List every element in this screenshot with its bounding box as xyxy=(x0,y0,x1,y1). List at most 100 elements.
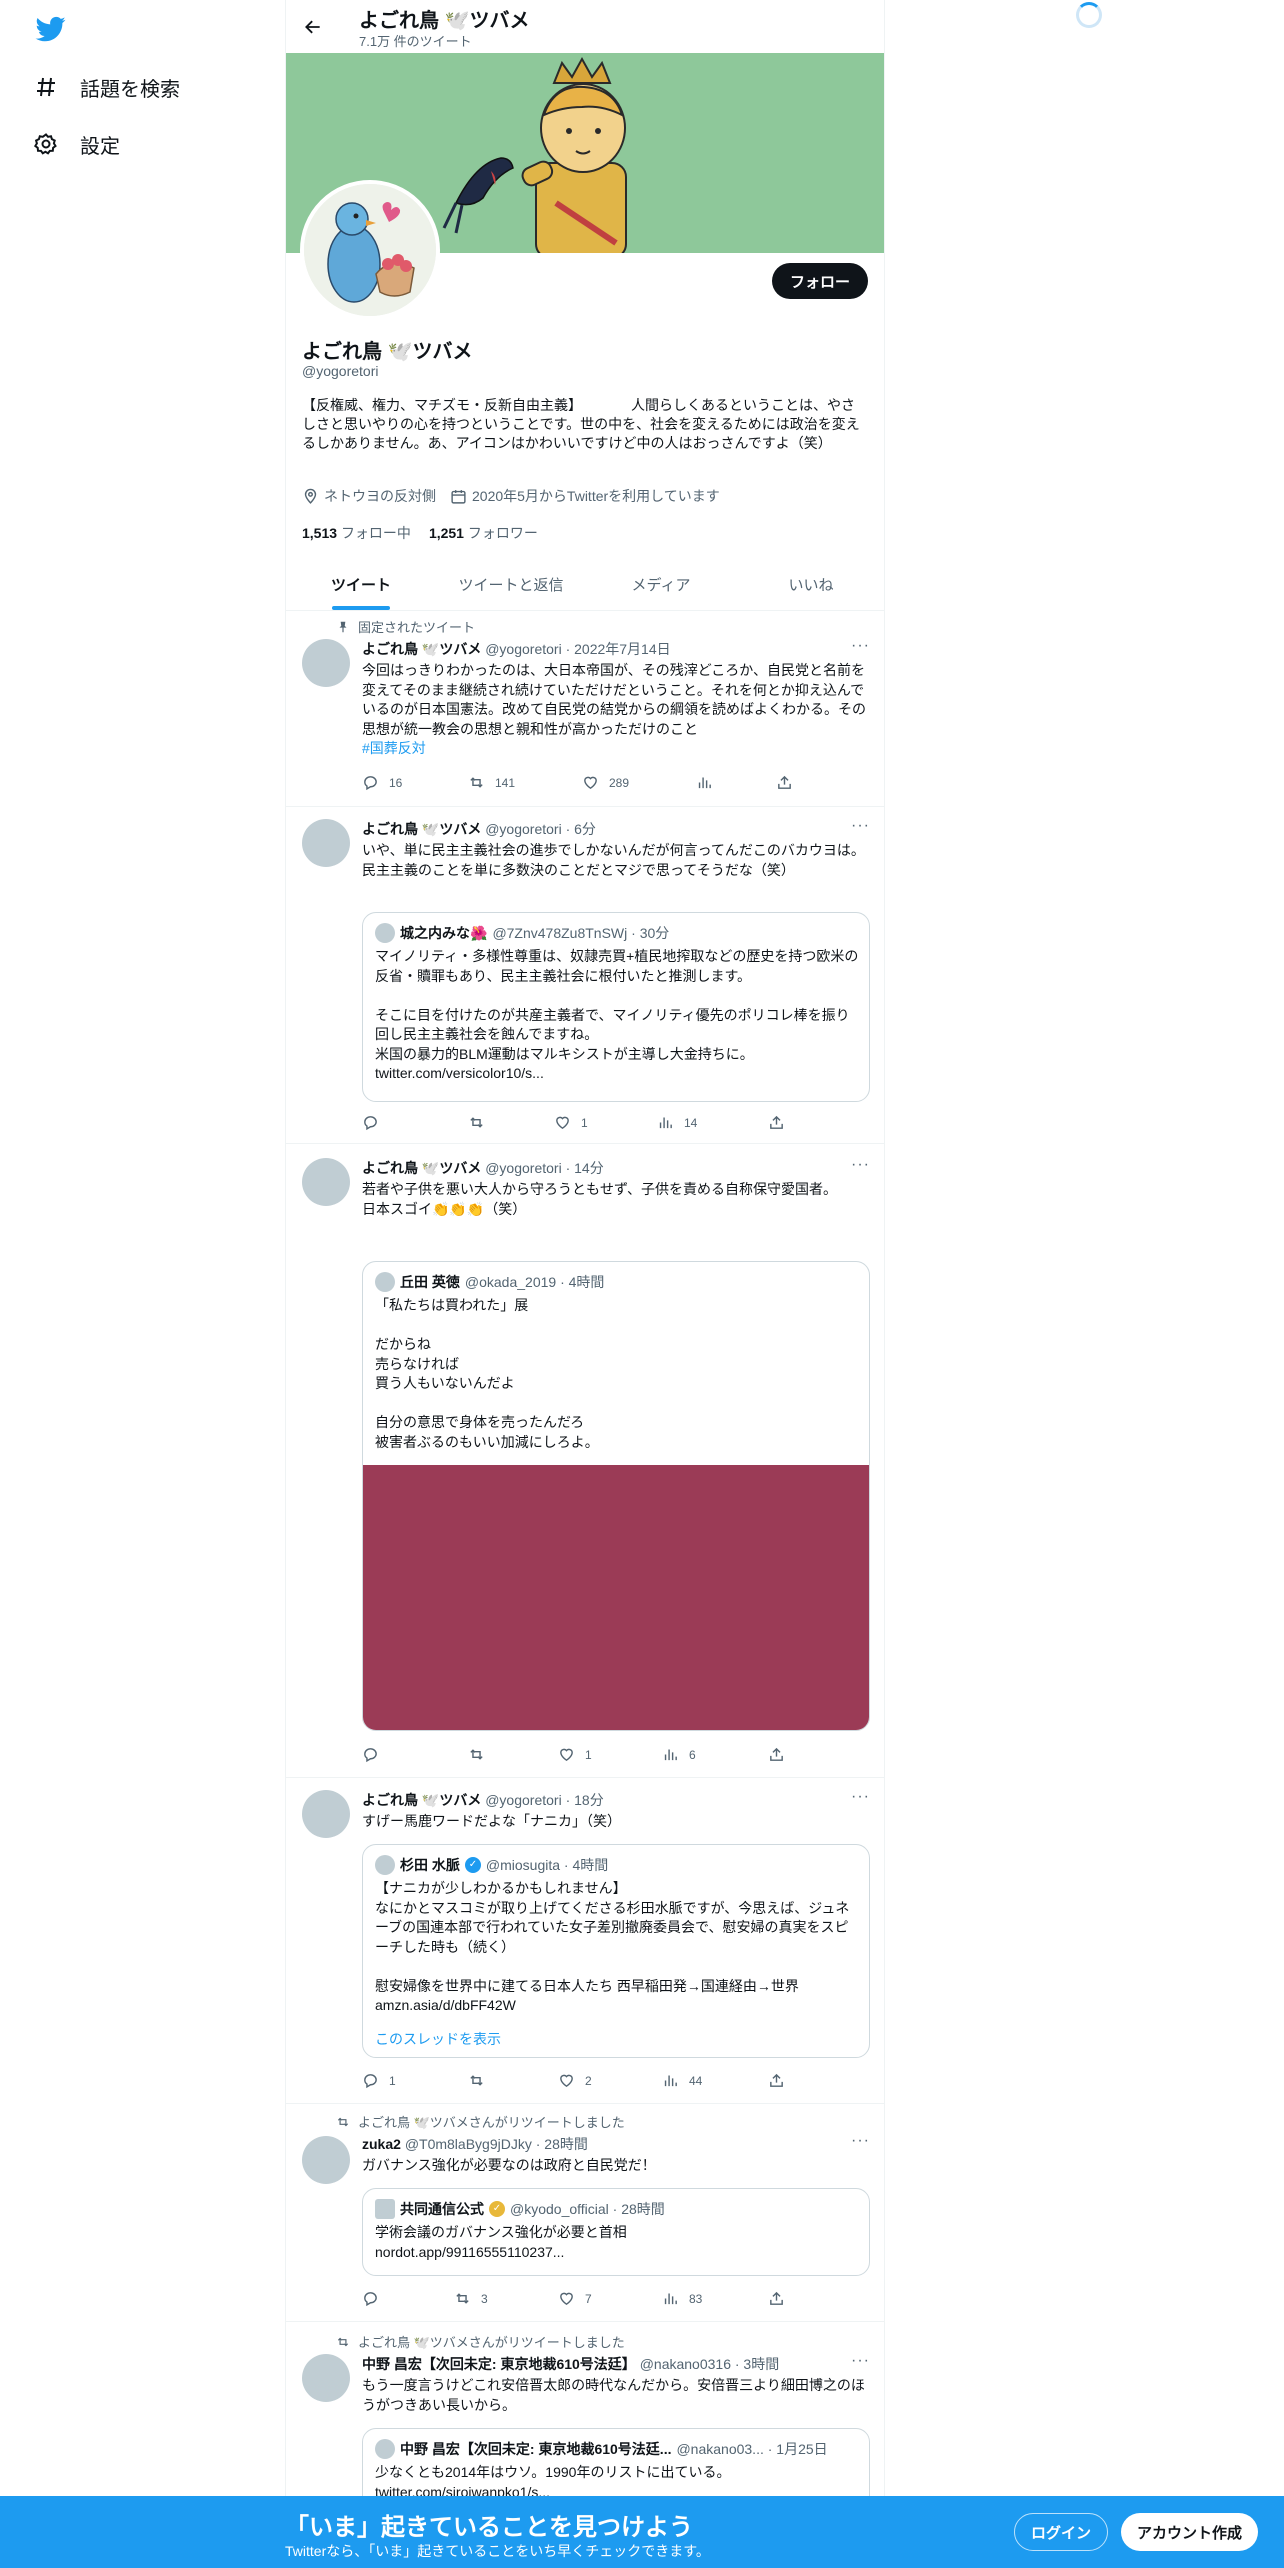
tweet[interactable]: よごれ鳥 🕊️ツバメ @yogoretori · 14分 ··· 若者や子供を悪… xyxy=(286,1144,884,1778)
quote-media-image[interactable] xyxy=(363,1465,869,1730)
quote-tweet[interactable]: 城之内みな🌺 @7Znv478Zu8TnSWj · 30分 マイノリティ・多様性尊… xyxy=(362,912,870,1102)
views-button[interactable]: 6 xyxy=(662,1746,696,1763)
retweet-button[interactable]: 141 xyxy=(468,774,515,791)
views-button[interactable]: 83 xyxy=(662,2290,702,2307)
author-handle[interactable]: @T0m8laByg9jDJky · 28時間 xyxy=(405,2136,588,2152)
retweet-button[interactable] xyxy=(468,1114,495,1131)
retweet-context-label: よごれ鳥 🕊️ツバメさんがリツイートしました xyxy=(358,2335,625,2350)
more-icon[interactable]: ··· xyxy=(851,817,870,835)
like-button[interactable]: 289 xyxy=(582,774,629,791)
tweet-text: もう一度言うけどこれ安倍晋太郎の時代なんだから。安倍晋三より細田博之のほうがつき… xyxy=(362,2377,865,2413)
followers-link[interactable]: 1,251 フォロワー xyxy=(429,523,538,543)
retweet-icon xyxy=(337,2337,349,2346)
avatar[interactable] xyxy=(302,639,350,687)
avatar[interactable] xyxy=(302,2354,350,2402)
back-button[interactable] xyxy=(296,10,330,44)
like-button[interactable]: 1 xyxy=(558,1746,592,1763)
views-button[interactable] xyxy=(696,774,723,791)
tab-likes[interactable]: いいね xyxy=(736,558,884,610)
retweet-button[interactable] xyxy=(468,1746,495,1763)
reply-button[interactable] xyxy=(362,2290,389,2307)
chart-bars-icon xyxy=(664,2075,677,2087)
reply-button[interactable]: 1 xyxy=(362,2072,396,2089)
location-item: ネトウヨの反対側 xyxy=(302,486,436,506)
quote-header: 城之内みな🌺 @7Znv478Zu8TnSWj · 30分 xyxy=(375,923,669,943)
tab-tweets[interactable]: ツイート xyxy=(286,558,436,610)
more-icon[interactable]: ··· xyxy=(851,2352,870,2370)
more-icon[interactable]: ··· xyxy=(851,2132,870,2150)
signup-button[interactable]: アカウント作成 xyxy=(1121,2513,1259,2551)
quote-tweet[interactable]: 杉田 水脈 ✓ @miosugita · 4時間 【ナニカが少しわかるかもしれません… xyxy=(362,1844,870,2058)
tab-tweets-replies[interactable]: ツイートと返信 xyxy=(436,558,586,610)
retweet-count: 141 xyxy=(495,775,516,790)
share-button[interactable] xyxy=(768,2290,785,2307)
following-link[interactable]: 1,513 フォロー中 xyxy=(302,523,411,543)
more-icon[interactable]: ··· xyxy=(851,1156,870,1174)
retweet-context: よごれ鳥 🕊️ツバメさんがリツイートしました xyxy=(336,2112,625,2131)
views-button[interactable]: 14 xyxy=(657,1114,697,1131)
retweet-icon xyxy=(337,2117,349,2126)
nav-settings[interactable]: 設定 xyxy=(34,124,120,164)
share-icon xyxy=(770,1115,783,1129)
tweet-text: ガバナンス強化が必要なのは政府と自民党だ！ xyxy=(362,2157,656,2173)
tweet[interactable]: よごれ鳥 🕊️ツバメさんがリツイートしました zuka2 @T0m8laByg9… xyxy=(286,2104,884,2322)
author-handle[interactable]: @nakano0316 · 3時間 xyxy=(640,2356,780,2372)
views-button[interactable]: 44 xyxy=(662,2072,702,2089)
tab-media[interactable]: メディア xyxy=(586,558,736,610)
author-name[interactable]: よごれ鳥 🕊️ツバメ xyxy=(362,1792,481,1808)
retweet-button[interactable] xyxy=(468,2072,495,2089)
author-handle[interactable]: @yogoretori · 6分 xyxy=(485,821,596,837)
avatar[interactable] xyxy=(302,1790,350,1838)
avatar[interactable] xyxy=(302,2136,350,2184)
profile-name: よごれ鳥 🕊️ツバメ xyxy=(302,341,473,363)
share-button[interactable] xyxy=(776,774,793,791)
tweet[interactable]: 固定されたツイート よごれ鳥 🕊️ツバメ @yogoretori · 2022年… xyxy=(286,611,884,807)
share-button[interactable] xyxy=(768,1114,785,1131)
nav-explore[interactable]: 話題を検索 xyxy=(34,67,180,107)
share-button[interactable] xyxy=(768,2072,785,2089)
follow-button[interactable]: フォロー xyxy=(771,263,868,299)
reply-icon xyxy=(364,1748,377,1763)
author-name[interactable]: よごれ鳥 🕊️ツバメ xyxy=(362,641,481,657)
author-handle[interactable]: @yogoretori · 18分 xyxy=(485,1792,603,1808)
reply-button[interactable] xyxy=(362,1746,389,1763)
more-icon[interactable]: ··· xyxy=(851,1788,870,1806)
like-count: 1 xyxy=(585,1747,592,1762)
nav-settings-label: 設定 xyxy=(80,135,120,158)
reply-button[interactable] xyxy=(362,1114,389,1131)
quote-text: マイノリティ・多様性尊重は、奴隷売買+植民地搾取などの歴史を持つ欧米の反省・贖罪… xyxy=(375,948,859,1081)
author-handle[interactable]: @yogoretori · 2022年7月14日 xyxy=(485,641,670,657)
author-name[interactable]: zuka2 xyxy=(362,2136,401,2152)
tweet-header: よごれ鳥 🕊️ツバメ @yogoretori · 18分 xyxy=(362,1790,604,1810)
tweet[interactable]: よごれ鳥 🕊️ツバメ @yogoretori · 6分 ··· いや、単に民主主… xyxy=(286,807,884,1144)
reply-icon xyxy=(364,1116,377,1131)
quote-author-handle: @kyodo_official · 28時間 xyxy=(510,2201,665,2217)
like-button[interactable]: 1 xyxy=(554,1114,588,1131)
share-button[interactable] xyxy=(768,1746,785,1763)
author-name[interactable]: よごれ鳥 🕊️ツバメ xyxy=(362,1160,481,1176)
joined-item: 2020年5月からTwitterを利用しています xyxy=(450,486,720,506)
quote-tweet[interactable]: 丘田 英徳 @okada_2019 · 4時間 「私たちは買われた」展 だからね … xyxy=(362,1261,870,1731)
chart-bars-icon xyxy=(698,777,711,789)
author-name[interactable]: 中野 昌宏【次回未定: 東京地裁610号法廷】 xyxy=(362,2356,636,2372)
hashtag-link[interactable]: #国葬反対 xyxy=(362,740,426,756)
reply-button[interactable]: 16 xyxy=(362,774,402,791)
author-name[interactable]: よごれ鳥 🕊️ツバメ xyxy=(362,821,481,837)
author-handle[interactable]: @yogoretori · 14分 xyxy=(485,1160,603,1176)
quote-tweet[interactable]: 共同通信公式 ✓ @kyodo_official · 28時間 学術会議のガバナンス… xyxy=(362,2188,870,2276)
like-count: 1 xyxy=(581,1115,588,1130)
login-button[interactable]: ログイン xyxy=(1014,2513,1109,2551)
like-button[interactable]: 2 xyxy=(558,2072,592,2089)
show-thread-link[interactable]: このスレッドを表示 xyxy=(375,2029,501,2049)
avatar[interactable] xyxy=(302,1158,350,1206)
quote-author-name: 杉田 水脈 xyxy=(400,1857,460,1873)
tweet[interactable]: よごれ鳥 🕊️ツバメ @yogoretori · 18分 ··· すげー馬鹿ワー… xyxy=(286,1778,884,2104)
more-icon[interactable]: ··· xyxy=(851,637,870,655)
avatar[interactable] xyxy=(302,819,350,867)
retweet-button[interactable]: 3 xyxy=(454,2290,488,2307)
profile-avatar[interactable] xyxy=(300,180,440,320)
twitter-logo-icon[interactable] xyxy=(34,14,68,44)
heart-icon xyxy=(560,2074,573,2088)
like-button[interactable]: 7 xyxy=(558,2290,592,2307)
views-count: 83 xyxy=(689,2291,703,2306)
